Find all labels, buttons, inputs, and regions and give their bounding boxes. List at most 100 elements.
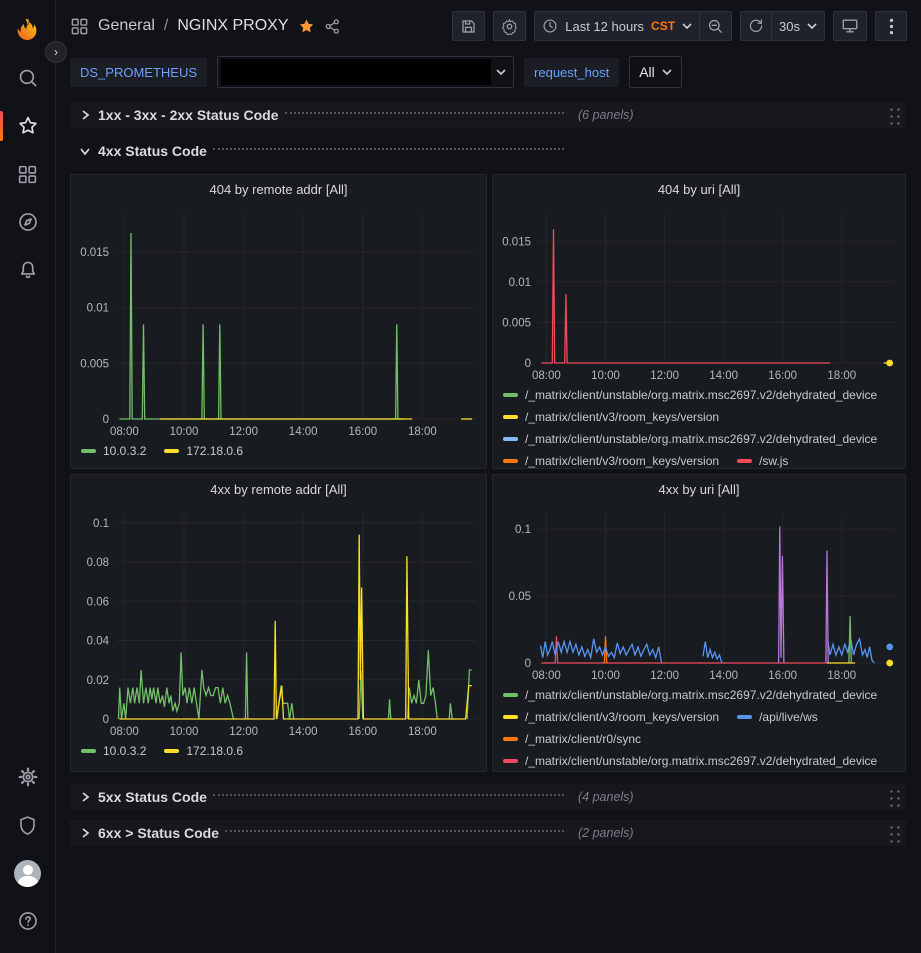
legend-item[interactable]: /_matrix/client/unstable/org.matrix.msc2…	[503, 388, 877, 402]
row-title: 4xx Status Code	[98, 143, 207, 159]
sidebar-item-explore[interactable]	[0, 198, 55, 246]
svg-text:0.005: 0.005	[80, 358, 109, 370]
panel-header[interactable]: 404 by uri [All]	[493, 175, 905, 203]
share-icon[interactable]	[324, 18, 341, 35]
panel-header[interactable]: 4xx by uri [All]	[493, 475, 905, 503]
chevron-down-icon	[496, 69, 506, 75]
legend-series-label: /_matrix/client/v3/room_keys/version	[525, 710, 719, 724]
legend-item[interactable]: 10.0.3.2	[81, 444, 146, 458]
row-drag-handle-icon[interactable]	[887, 823, 900, 843]
datasource-variable-select[interactable]	[217, 56, 514, 88]
legend-series-swatch	[81, 749, 96, 753]
legend-item[interactable]: /_matrix/client/v3/room_keys/version	[503, 410, 719, 424]
kebab-menu-button[interactable]	[875, 11, 907, 41]
row-title: 5xx Status Code	[98, 789, 207, 805]
svg-text:14:00: 14:00	[709, 370, 738, 382]
zoom-out-time-button[interactable]	[700, 11, 732, 41]
row-header-4xx[interactable]: 4xx Status Code	[70, 138, 906, 164]
legend-item[interactable]: /_matrix/client/unstable/org.matrix.msc2…	[503, 754, 877, 768]
sidebar-item-help[interactable]	[0, 897, 55, 945]
refresh-button[interactable]	[740, 11, 772, 41]
time-controls: Last 12 hours CST	[534, 11, 732, 41]
legend-item[interactable]: /sw.js	[737, 454, 788, 468]
breadcrumb-folder[interactable]: General	[98, 17, 155, 35]
svg-text:16:00: 16:00	[348, 426, 377, 438]
svg-text:18:00: 18:00	[408, 426, 437, 438]
save-dashboard-button[interactable]	[452, 11, 485, 41]
time-series-canvas[interactable]: 00.0050.010.01508:0010:0012:0014:0016:00…	[71, 203, 486, 441]
sidebar-item-starred[interactable]	[0, 102, 55, 150]
legend-series-label: /_matrix/client/unstable/org.matrix.msc2…	[525, 432, 877, 446]
time-series-canvas[interactable]: 00.050.108:0010:0012:0014:0016:0018:00	[493, 503, 905, 685]
row-header-5xx[interactable]: 5xx Status Code (4 panels)	[70, 784, 906, 810]
sidebar-item-profile[interactable]	[0, 849, 55, 897]
star-icon	[17, 115, 39, 137]
legend-item[interactable]: 172.18.0.6	[164, 444, 243, 458]
sidebar-item-configuration[interactable]	[0, 753, 55, 801]
row-drag-handle-icon[interactable]	[887, 787, 900, 807]
legend-series-swatch	[503, 393, 518, 397]
row-panel-count: (6 panels)	[578, 108, 634, 122]
sidebar-expand-button[interactable]: ›	[45, 41, 67, 63]
chevron-right-icon	[78, 791, 92, 803]
row-drag-handle-icon[interactable]	[887, 105, 900, 125]
legend-series-label: /_matrix/client/unstable/org.matrix.msc2…	[525, 688, 877, 702]
legend-item[interactable]: 172.18.0.6	[164, 744, 243, 758]
sidebar-item-dashboards[interactable]	[0, 150, 55, 198]
dashboard-title[interactable]: NGINX PROXY	[177, 17, 288, 35]
row-header-1xx-3xx-2xx[interactable]: 1xx - 3xx - 2xx Status Code (6 panels)	[70, 102, 906, 128]
legend-item[interactable]: /api/live/ws	[737, 710, 818, 724]
legend-series-swatch	[503, 415, 518, 419]
star-filled-icon[interactable]	[298, 18, 315, 35]
panel-grid: 404 by remote addr [All] 00.0050.010.015…	[70, 174, 906, 772]
datasource-variable-label[interactable]: DS_PROMETHEUS	[70, 58, 207, 87]
legend-series-label: /api/live/ws	[759, 710, 818, 724]
request-host-variable-value: All	[639, 64, 655, 80]
svg-text:14:00: 14:00	[709, 670, 738, 682]
row-panel-count: (2 panels)	[578, 826, 634, 840]
row-title: 6xx > Status Code	[98, 825, 219, 841]
legend-item[interactable]: /_matrix/client/v3/room_keys/version	[503, 710, 719, 724]
time-series-canvas[interactable]: 00.020.040.060.080.108:0010:0012:0014:00…	[71, 503, 486, 741]
cycle-view-mode-button[interactable]	[833, 11, 867, 41]
sidebar-item-search[interactable]	[0, 54, 55, 102]
timezone-label: CST	[651, 19, 675, 33]
legend-item[interactable]: /_matrix/client/r0/sync	[503, 732, 641, 746]
svg-text:18:00: 18:00	[827, 370, 856, 382]
svg-text:0.01: 0.01	[509, 277, 531, 289]
apps-grid-icon	[70, 17, 89, 36]
dashboard-settings-button[interactable]	[493, 11, 526, 41]
request-host-variable-label[interactable]: request_host	[524, 58, 619, 87]
panel-header[interactable]: 404 by remote addr [All]	[71, 175, 486, 203]
svg-text:0: 0	[525, 658, 531, 670]
panel-title: 4xx by uri [All]	[659, 482, 740, 497]
legend-item[interactable]: /_matrix/client/unstable/org.matrix.msc2…	[503, 688, 877, 702]
panel-title: 4xx by remote addr [All]	[210, 482, 347, 497]
sidebar-item-server-admin[interactable]	[0, 801, 55, 849]
svg-text:16:00: 16:00	[768, 670, 797, 682]
svg-text:0.04: 0.04	[87, 636, 110, 648]
row-title: 1xx - 3xx - 2xx Status Code	[98, 107, 279, 123]
row-dotted-leader	[213, 794, 564, 796]
panel-header[interactable]: 4xx by remote addr [All]	[71, 475, 486, 503]
legend-item[interactable]: 10.0.3.2	[81, 744, 146, 758]
time-series-canvas[interactable]: 00.0050.010.01508:0010:0012:0014:0016:00…	[493, 203, 905, 385]
request-host-variable-select[interactable]: All	[629, 56, 682, 88]
svg-text:0: 0	[103, 414, 109, 426]
svg-text:10:00: 10:00	[591, 670, 620, 682]
svg-text:0.1: 0.1	[515, 524, 531, 536]
legend-series-label: /_matrix/client/r0/sync	[525, 732, 641, 746]
legend-item[interactable]: /_matrix/client/v3/room_keys/version	[503, 454, 719, 468]
legend-item[interactable]: /_matrix/client/unstable/org.matrix.msc2…	[503, 432, 877, 446]
legend-series-label: /sw.js	[759, 454, 788, 468]
svg-text:0: 0	[525, 358, 531, 370]
sidebar-item-alerting[interactable]	[0, 246, 55, 294]
zoom-out-icon	[707, 18, 724, 35]
row-header-6xx[interactable]: 6xx > Status Code (2 panels)	[70, 820, 906, 846]
time-range-picker[interactable]: Last 12 hours CST	[534, 11, 700, 41]
alerting-bell-icon	[17, 259, 39, 281]
time-range-label: Last 12 hours	[565, 19, 644, 34]
refresh-interval-dropdown[interactable]: 30s	[772, 11, 825, 41]
panel-4xx-by-uri: 4xx by uri [All] 00.050.108:0010:0012:00…	[492, 474, 906, 772]
svg-text:10:00: 10:00	[591, 370, 620, 382]
